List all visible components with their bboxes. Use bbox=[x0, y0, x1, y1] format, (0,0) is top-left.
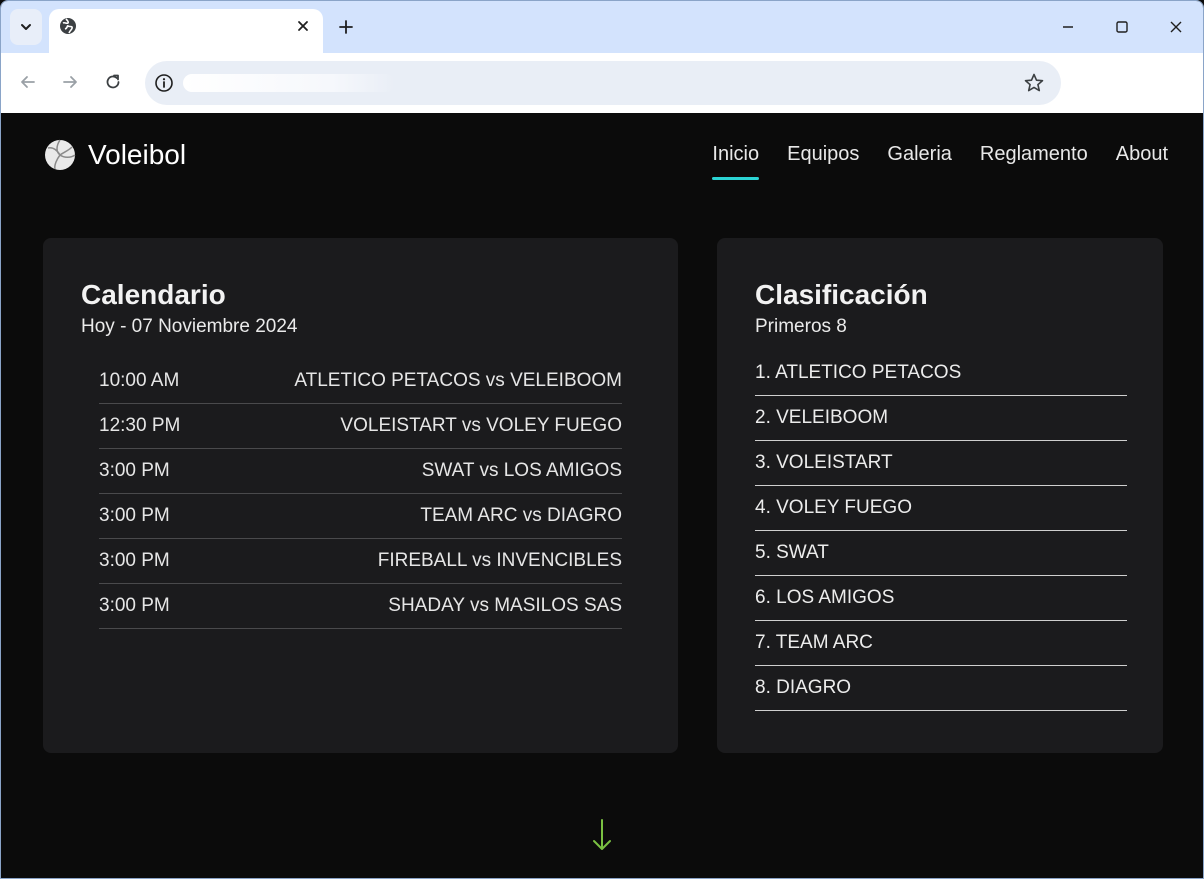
standings-card: Clasificación Primeros 8 1. ATLETICO PET… bbox=[717, 238, 1163, 753]
standing-row: 5. SWAT bbox=[755, 531, 1127, 576]
bookmark-star-icon[interactable] bbox=[1023, 72, 1045, 94]
standing-row: 2. VELEIBOOM bbox=[755, 396, 1127, 441]
arrow-left-icon bbox=[21, 76, 35, 88]
standing-row: 4. VOLEY FUEGO bbox=[755, 486, 1127, 531]
match-teams: ATLETICO PETACOS vs VELEIBOOM bbox=[294, 370, 622, 391]
nav-item-reglamento[interactable]: Reglamento bbox=[980, 143, 1088, 180]
match-teams: SHADAY vs MASILOS SAS bbox=[388, 595, 622, 616]
web-page: Voleibol Inicio Equipos Galeria Reglamen… bbox=[2, 113, 1203, 878]
match-time: 3:00 PM bbox=[99, 595, 170, 616]
standing-row: 8. DIAGRO bbox=[755, 666, 1127, 711]
match-time: 3:00 PM bbox=[99, 505, 170, 526]
nav-item-galeria[interactable]: Galeria bbox=[887, 143, 951, 180]
arrow-right-icon bbox=[63, 76, 77, 88]
maximize-icon bbox=[1116, 21, 1128, 33]
match-time: 3:00 PM bbox=[99, 550, 170, 571]
match-time: 10:00 AM bbox=[99, 370, 180, 391]
plus-icon bbox=[339, 20, 353, 34]
close-tab-button[interactable] bbox=[293, 16, 313, 36]
close-window-button[interactable] bbox=[1164, 15, 1188, 39]
site-info-icon[interactable] bbox=[154, 73, 174, 93]
nav-item-equipos[interactable]: Equipos bbox=[787, 143, 859, 180]
brand-name: Voleibol bbox=[88, 139, 187, 170]
tab-search-button[interactable] bbox=[10, 9, 42, 45]
match-row: 12:30 PM VOLEISTART vs VOLEY FUEGO bbox=[99, 404, 622, 449]
match-row: 10:00 AM ATLETICO PETACOS vs VELEIBOOM bbox=[99, 359, 622, 404]
standing-row: 1. ATLETICO PETACOS bbox=[755, 351, 1127, 396]
maximize-button[interactable] bbox=[1110, 15, 1134, 39]
forward-button[interactable] bbox=[57, 69, 83, 95]
arrow-down-icon[interactable] bbox=[591, 818, 613, 852]
calendar-card: Calendario Hoy - 07 Noviembre 2024 10:00… bbox=[43, 238, 678, 753]
nav-item-inicio[interactable]: Inicio bbox=[712, 143, 759, 180]
match-time: 3:00 PM bbox=[99, 460, 170, 481]
standings-subtitle: Primeros 8 bbox=[755, 316, 847, 337]
match-teams: TEAM ARC vs DIAGRO bbox=[420, 505, 622, 526]
match-row: 3:00 PM SHADAY vs MASILOS SAS bbox=[99, 584, 622, 629]
match-list: 10:00 AM ATLETICO PETACOS vs VELEIBOOM 1… bbox=[99, 359, 622, 629]
browser-window: Voleibol Inicio Equipos Galeria Reglamen… bbox=[0, 0, 1204, 879]
volleyball-icon bbox=[45, 139, 76, 170]
chevron-down-icon bbox=[21, 24, 31, 30]
new-tab-button[interactable] bbox=[335, 16, 357, 38]
close-icon bbox=[298, 21, 308, 31]
globe-icon bbox=[60, 18, 76, 34]
standing-row: 3. VOLEISTART bbox=[755, 441, 1127, 486]
calendar-date: Hoy - 07 Noviembre 2024 bbox=[81, 316, 298, 337]
match-row: 3:00 PM SWAT vs LOS AMIGOS bbox=[99, 449, 622, 494]
minimize-button[interactable] bbox=[1056, 15, 1080, 39]
standings-title: Clasificación bbox=[755, 279, 928, 310]
reload-button[interactable] bbox=[100, 69, 126, 95]
back-button[interactable] bbox=[15, 69, 41, 95]
standing-row: 7. TEAM ARC bbox=[755, 621, 1127, 666]
url-input[interactable] bbox=[183, 71, 787, 97]
match-row: 3:00 PM TEAM ARC vs DIAGRO bbox=[99, 494, 622, 539]
match-teams: VOLEISTART vs VOLEY FUEGO bbox=[340, 415, 622, 436]
nav-item-about[interactable]: About bbox=[1116, 143, 1168, 180]
close-icon bbox=[1170, 21, 1182, 33]
address-bar[interactable] bbox=[145, 61, 1061, 105]
match-teams: SWAT vs LOS AMIGOS bbox=[421, 460, 622, 481]
reload-icon bbox=[106, 74, 120, 89]
match-row: 3:00 PM FIREBALL vs INVENCIBLES bbox=[99, 539, 622, 584]
main-nav: Inicio Equipos Galeria Reglamento About bbox=[684, 143, 1168, 180]
minimize-icon bbox=[1063, 26, 1073, 28]
tab-strip bbox=[1, 1, 1203, 53]
match-time: 12:30 PM bbox=[99, 415, 181, 436]
standings-list: 1. ATLETICO PETACOS 2. VELEIBOOM 3. VOLE… bbox=[755, 351, 1127, 711]
standing-row: 6. LOS AMIGOS bbox=[755, 576, 1127, 621]
match-teams: FIREBALL vs INVENCIBLES bbox=[377, 550, 622, 571]
browser-toolbar bbox=[1, 53, 1203, 113]
brand[interactable]: Voleibol bbox=[44, 139, 186, 171]
browser-tab[interactable] bbox=[49, 9, 323, 53]
calendar-title: Calendario bbox=[81, 279, 226, 310]
